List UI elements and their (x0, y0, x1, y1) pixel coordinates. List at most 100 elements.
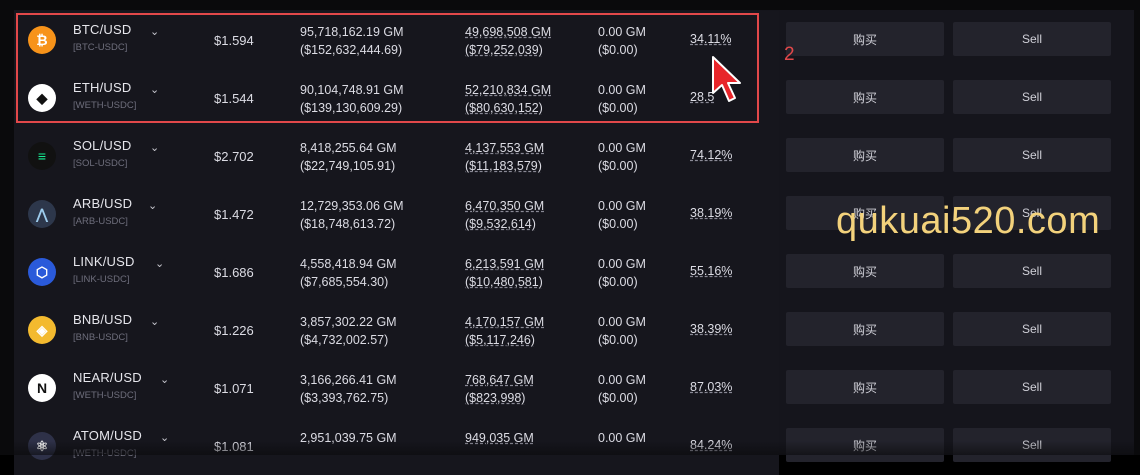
pool-value[interactable]: 6,470,350 GM ($9,532,614) (465, 197, 544, 233)
pool-value[interactable]: 6,213,591 GM ($10,480,581) (465, 255, 544, 291)
apr-percent[interactable]: 87.03% (690, 380, 732, 394)
user-balance-gm: 0.00 GM (598, 257, 646, 271)
pair-name[interactable]: LINK/USD (73, 254, 135, 269)
pair-name[interactable]: SOL/USD (73, 138, 131, 153)
token-logo: N (28, 374, 56, 402)
user-balance-gm: 0.00 GM (598, 83, 646, 97)
sell-button[interactable]: Sell (953, 254, 1111, 288)
sell-button[interactable]: Sell (953, 138, 1111, 172)
pool-value-usd[interactable]: ($79,252,039) (465, 41, 551, 59)
total-volume: 12,729,353.06 GM ($18,748,613.72) (300, 197, 404, 233)
chevron-down-icon[interactable]: ⌄ (150, 25, 159, 38)
price: $1.594 (214, 33, 254, 48)
apr-percent[interactable]: 34.11% (690, 32, 731, 46)
mouse-cursor-icon (712, 56, 741, 102)
sell-button[interactable]: Sell (953, 312, 1111, 346)
chevron-down-icon[interactable]: ⌄ (150, 83, 159, 96)
user-balance-usd: ($0.00) (598, 43, 638, 57)
table-row: ≡ SOL/USD ⌄ [SOL-USDC] $2.702 8,418,255.… (14, 127, 1134, 185)
pair-name[interactable]: NEAR/USD (73, 370, 142, 385)
chevron-down-icon[interactable]: ⌄ (148, 199, 157, 212)
pool-value-gm[interactable]: 4,137,553 GM (465, 139, 544, 157)
total-volume-usd: ($18,748,613.72) (300, 217, 396, 231)
total-volume: 95,718,162.19 GM ($152,632,444.69) (300, 23, 404, 59)
user-balance: 0.00 GM ($0.00) (598, 313, 646, 349)
total-volume-gm: 95,718,162.19 GM (300, 25, 404, 39)
apr-percent[interactable]: 38.19% (690, 206, 732, 220)
pair-name[interactable]: BNB/USD (73, 312, 132, 327)
pool-value-usd[interactable]: ($9,532,614) (465, 215, 544, 233)
pool-value-usd[interactable]: ($11,183,579) (465, 157, 544, 175)
pool-value-gm[interactable]: 52,210,834 GM (465, 81, 551, 99)
pool-value[interactable]: 52,210,834 GM ($80,630,152) (465, 81, 551, 117)
chevron-down-icon[interactable]: ⌄ (155, 257, 164, 270)
user-balance: 0.00 GM ($0.00) (598, 81, 646, 117)
pool-value[interactable]: 768,647 GM ($823,998) (465, 371, 534, 407)
user-balance: 0.00 GM ($0.00) (598, 371, 646, 407)
table-row: N NEAR/USD ⌄ [WETH-USDC] $1.071 3,166,26… (14, 359, 1134, 417)
pool-value-usd[interactable]: ($823,998) (465, 389, 534, 407)
pool-value[interactable]: 4,137,553 GM ($11,183,579) (465, 139, 544, 175)
buy-button[interactable]: 购买 (786, 138, 944, 172)
user-balance-gm: 0.00 GM (598, 315, 646, 329)
total-volume-usd: ($152,632,444.69) (300, 43, 403, 57)
table-row: ₿ BTC/USD ⌄ [BTC-USDC] $1.594 95,718,162… (14, 11, 1134, 69)
apr-percent[interactable]: 74.12% (690, 148, 732, 162)
price: $2.702 (214, 149, 254, 164)
buy-button[interactable]: 购买 (786, 370, 944, 404)
pool-value-gm[interactable]: 4,170,157 GM (465, 313, 544, 331)
pair-name[interactable]: BTC/USD (73, 22, 131, 37)
pool-value-gm[interactable]: 768,647 GM (465, 371, 534, 389)
total-volume-gm: 8,418,255.64 GM (300, 141, 397, 155)
pool-value-usd[interactable]: ($80,630,152) (465, 99, 551, 117)
sell-button[interactable]: Sell (953, 22, 1111, 56)
pool-value-gm[interactable]: 6,213,591 GM (465, 255, 544, 273)
pool-value-usd[interactable]: ($10,480,581) (465, 273, 544, 291)
chevron-down-icon[interactable]: ⌄ (150, 141, 159, 154)
pool-value[interactable]: 4,170,157 GM ($5,117,246) (465, 313, 544, 349)
chevron-down-icon[interactable]: ⌄ (160, 373, 169, 386)
total-volume-gm: 4,558,418.94 GM (300, 257, 397, 271)
pair-subtitle: [WETH-USDC] (73, 100, 137, 111)
total-volume: 4,558,418.94 GM ($7,685,554.30) (300, 255, 397, 291)
user-balance-gm: 0.00 GM (598, 25, 646, 39)
table-row: ◆ ETH/USD ⌄ [WETH-USDC] $1.544 90,104,74… (14, 69, 1134, 127)
annotation-step-number: 2 (784, 44, 795, 65)
bnb-icon: ◈ (36, 321, 48, 338)
pool-value-usd[interactable]: ($5,117,246) (465, 331, 544, 349)
total-volume: 8,418,255.64 GM ($22,749,105.91) (300, 139, 397, 175)
user-balance: 0.00 GM ($0.00) (598, 197, 646, 233)
buy-button[interactable]: 购买 (786, 22, 944, 56)
user-balance: 0.00 GM ($0.00) (598, 23, 646, 59)
buy-button[interactable]: 购买 (786, 80, 944, 114)
sell-button[interactable]: Sell (953, 370, 1111, 404)
token-logo: ⋀ (28, 200, 56, 228)
apr-percent[interactable]: 55.16% (690, 264, 732, 278)
table-row: ⬡ LINK/USD ⌄ [LINK-USDC] $1.686 4,558,41… (14, 243, 1134, 301)
user-balance-usd: ($0.00) (598, 333, 638, 347)
total-volume: 3,166,266.41 GM ($3,393,762.75) (300, 371, 397, 407)
token-logo: ◈ (28, 316, 56, 344)
pair-subtitle: [BNB-USDC] (73, 332, 128, 343)
bottom-fade (0, 441, 1140, 455)
pool-value-gm[interactable]: 6,470,350 GM (465, 197, 544, 215)
app-window: ₿ BTC/USD ⌄ [BTC-USDC] $1.594 95,718,162… (0, 0, 1140, 475)
buy-button[interactable]: 购买 (786, 312, 944, 346)
pair-subtitle: [ARB-USDC] (73, 216, 128, 227)
price: $1.686 (214, 265, 254, 280)
pair-name[interactable]: ETH/USD (73, 80, 131, 95)
chevron-down-icon[interactable]: ⌄ (150, 315, 159, 328)
sell-button[interactable]: Sell (953, 80, 1111, 114)
pool-value[interactable]: 49,698,508 GM ($79,252,039) (465, 23, 551, 59)
pool-value-gm[interactable]: 49,698,508 GM (465, 23, 551, 41)
pair-name[interactable]: ARB/USD (73, 196, 132, 211)
user-balance-usd: ($0.00) (598, 275, 638, 289)
user-balance: 0.00 GM ($0.00) (598, 139, 646, 175)
buy-button[interactable]: 购买 (786, 254, 944, 288)
total-volume-usd: ($3,393,762.75) (300, 391, 389, 405)
total-volume-gm: 90,104,748.91 GM (300, 83, 404, 97)
apr-percent[interactable]: 38.39% (690, 322, 732, 336)
total-volume-usd: ($4,732,002.57) (300, 333, 389, 347)
total-volume-gm: 3,166,266.41 GM (300, 373, 397, 387)
total-volume: 3,857,302.22 GM ($4,732,002.57) (300, 313, 397, 349)
